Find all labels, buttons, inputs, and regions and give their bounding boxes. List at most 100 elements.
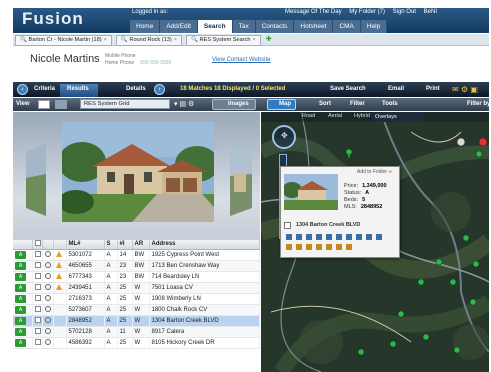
doc-tab-barton[interactable]: 🔍 Barton Cr - Nicole Martin (18) ×	[15, 35, 112, 46]
nav-cma[interactable]: CMA	[333, 20, 361, 33]
results-tab[interactable]: Results	[67, 86, 89, 92]
row-checkbox[interactable]	[34, 294, 41, 301]
magnifier-icon[interactable]	[44, 294, 51, 301]
address-cell: 8917 Calera	[149, 326, 260, 338]
select-all-checkbox[interactable]	[34, 240, 41, 247]
ml-col-header[interactable]: ML#	[66, 240, 105, 250]
row-checkbox[interactable]	[34, 283, 41, 290]
row-checkbox[interactable]	[34, 272, 41, 279]
grid-select[interactable]: RES System Grid	[80, 99, 170, 109]
popup-status: Status: A	[344, 190, 369, 196]
row-checkbox[interactable]	[34, 261, 41, 268]
message-of-day-link[interactable]: Message Of The Day	[285, 9, 342, 15]
magnifier-icon[interactable]	[44, 338, 51, 345]
next-photo[interactable]	[230, 144, 252, 216]
pan-arrows-icon[interactable]: ✥	[281, 131, 288, 140]
table-row[interactable]: A 2848952 A 25 W 1304 Barton Creek BLVD	[13, 315, 260, 327]
address-cell: 1908 Wimberly LN	[149, 293, 260, 305]
new-tab-icon[interactable]: ✚	[266, 34, 272, 45]
row-checkbox[interactable]	[34, 316, 41, 323]
details-tab[interactable]: Details	[126, 86, 146, 92]
print-button[interactable]: Print	[426, 86, 440, 92]
magnifier-icon[interactable]	[44, 316, 51, 323]
table-row[interactable]: A 5273607 A 25 W 1800 Chalk Rock CV	[13, 304, 260, 316]
popup-action-icons[interactable]	[284, 232, 396, 254]
i-col-header[interactable]: #I	[117, 240, 133, 250]
table-row[interactable]: A 4650655 A 23 BW 1713 Ben Crenshaw Way	[13, 260, 260, 272]
list-view-icon[interactable]	[38, 100, 50, 109]
nav-add-edit[interactable]: Add/Edit	[160, 20, 198, 33]
close-icon[interactable]: ×	[253, 37, 256, 43]
prev-photo[interactable]	[26, 144, 46, 216]
close-icon[interactable]: ×	[174, 37, 177, 43]
magnifier-icon[interactable]	[44, 272, 51, 279]
magnifier-icon[interactable]	[44, 327, 51, 334]
popup-select-checkbox[interactable]	[284, 222, 291, 229]
sort-button[interactable]: Sort	[319, 101, 331, 107]
view-cell	[42, 282, 54, 294]
row-checkbox[interactable]	[34, 305, 41, 312]
select-all-col-header[interactable]	[32, 240, 43, 250]
close-icon[interactable]: ×	[104, 37, 107, 43]
add-to-folder-link[interactable]: Add to Folder ▰	[357, 169, 392, 175]
magnifier-icon[interactable]	[44, 283, 51, 290]
toolbar-icons[interactable]: ✉ ⚙ ▣	[452, 85, 478, 94]
table-row[interactable]: A 4586392 A 25 W 8105 Hickory Creek DR	[13, 337, 260, 349]
i-cell: 25	[117, 315, 133, 327]
row-checkbox[interactable]	[34, 338, 41, 345]
nav-tax[interactable]: Tax	[232, 20, 256, 33]
status-value: A	[365, 190, 370, 196]
magnifier-icon[interactable]	[44, 261, 51, 268]
forward-arrow-icon[interactable]: ›	[154, 84, 165, 95]
map-button[interactable]: Map	[279, 101, 291, 107]
filter-by-label[interactable]: Filter by	[467, 101, 490, 107]
table-row[interactable]: A 5702128 A 11 W 8917 Calera	[13, 326, 260, 338]
doc-tab-round-rock[interactable]: 🔍 Round Rock (13) ×	[115, 35, 182, 46]
filter-button[interactable]: Filter	[350, 101, 365, 107]
popup-address[interactable]: 1304 Barton Creek BLVD	[296, 222, 360, 228]
nav-contacts[interactable]: Contacts	[255, 20, 295, 33]
status-badge: A	[15, 294, 26, 303]
magnifier-icon[interactable]	[44, 250, 51, 257]
beni-link[interactable]: BeNI	[424, 9, 437, 15]
table-row[interactable]: A 2716373 A 25 W 1908 Wimberly LN	[13, 293, 260, 305]
email-button[interactable]: Email	[388, 86, 404, 92]
doc-tab-res-system[interactable]: 🔍 RES System Search ×	[185, 35, 261, 46]
table-row[interactable]: A 5301072 A 14 BW 1925 Cypress Point West	[13, 249, 260, 261]
ar-col-header[interactable]: AR	[132, 240, 150, 250]
map-tab-aerial[interactable]: Aerial	[328, 113, 342, 119]
ar-cell: W	[132, 293, 150, 305]
ml-cell: 2848952	[66, 315, 105, 327]
row-checkbox[interactable]	[34, 327, 41, 334]
table-row[interactable]: A 6777343 A 23 BW 714 Beardsley LN	[13, 271, 260, 283]
magnifier-icon[interactable]	[44, 305, 51, 312]
overlays-menu[interactable]: Overlays	[372, 112, 424, 122]
nav-help[interactable]: Help	[360, 20, 388, 33]
contact-name: Nicole Martins	[30, 53, 100, 65]
images-button[interactable]: Images	[228, 101, 249, 107]
status-col-header[interactable]	[13, 240, 33, 250]
ml-cell: 5301072	[66, 249, 105, 261]
map-tab-road[interactable]: Road	[302, 113, 315, 119]
save-search-button[interactable]: Save Search	[330, 86, 366, 92]
tools-button[interactable]: Tools	[382, 101, 398, 107]
address-col-header[interactable]: Address	[149, 240, 260, 250]
main-listing-photo[interactable]	[62, 122, 214, 222]
table-row[interactable]: A 2439451 A 25 W 7501 Loasa CV	[13, 282, 260, 294]
nav-search[interactable]: Search	[197, 20, 233, 33]
nav-home[interactable]: Home	[130, 20, 161, 33]
popup-photo[interactable]	[284, 174, 338, 210]
my-folder-link[interactable]: My Folder (7)	[349, 9, 385, 15]
status-cell: A	[13, 315, 33, 327]
row-checkbox[interactable]	[34, 250, 41, 257]
back-arrow-icon[interactable]: ‹	[17, 84, 28, 95]
criteria-tab[interactable]: Criteria	[34, 86, 55, 92]
grid-view-icon[interactable]	[55, 100, 67, 109]
popup-price: Price: 1,349,000	[344, 183, 387, 189]
view-contact-website-link[interactable]: View Contact Website	[212, 57, 270, 63]
s-col-header[interactable]: S	[104, 240, 118, 250]
map-tab-hybrid[interactable]: Hybrid	[354, 113, 370, 119]
sign-out-link[interactable]: Sign Out	[393, 9, 416, 15]
nav-hotsheet[interactable]: Hotsheet	[294, 20, 334, 33]
grid-tools-icons[interactable]: ▾ ▤ ⚙	[174, 100, 194, 108]
